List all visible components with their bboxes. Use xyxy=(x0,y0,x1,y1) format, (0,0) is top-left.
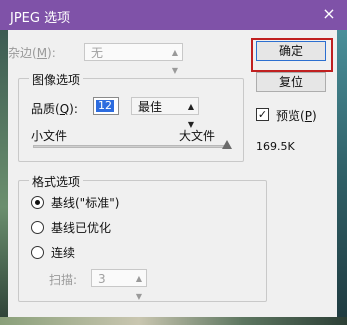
radio-baseline-standard[interactable] xyxy=(31,196,44,209)
file-size: 169.5K xyxy=(256,140,295,153)
background-right xyxy=(337,30,347,325)
image-options-group: 图像选项 品质(Q): 12 最佳 ▲ ▼ 小文件 大文件 xyxy=(18,71,244,162)
format-options-group: 格式选项 基线("标准") 基线已优化 连续 扫描: 3 ▲ ▼ xyxy=(18,173,267,302)
matte-select-value: 无 xyxy=(91,46,104,60)
quality-input[interactable]: 12 xyxy=(93,97,119,115)
reset-button[interactable]: 复位 xyxy=(256,72,326,92)
radio-progressive-label[interactable]: 连续 xyxy=(51,244,75,261)
radio-selected-dot xyxy=(35,200,40,205)
scans-select[interactable]: 3 ▲ ▼ xyxy=(91,269,147,301)
matte-select[interactable]: 无 ▲ ▼ xyxy=(84,43,183,75)
select-arrow-icon: ▲ ▼ xyxy=(135,274,142,301)
scans-select-value: 3 xyxy=(98,272,106,286)
quality-label: 品质(Q): xyxy=(31,102,78,116)
quality-input-value: 12 xyxy=(96,99,114,112)
small-file-label: 小文件 xyxy=(31,129,68,143)
quality-preset-value: 最佳 xyxy=(138,100,163,114)
large-file-label: 大文件 xyxy=(179,129,216,143)
matte-label: 杂边(M): xyxy=(8,46,56,60)
window-title: JPEG 选项 xyxy=(10,11,71,26)
background-bottom xyxy=(0,317,347,325)
jpeg-options-dialog: 杂边(M): 无 ▲ ▼ 图像选项 品质(Q): 12 最佳 ▲ ▼ 小文件 大文件… xyxy=(8,30,337,317)
close-icon[interactable]: × xyxy=(319,4,339,24)
radio-baseline-optimized-label[interactable]: 基线已优化 xyxy=(51,219,111,236)
radio-baseline-optimized[interactable] xyxy=(31,221,44,234)
radio-progressive[interactable] xyxy=(31,246,44,259)
quality-slider-track[interactable] xyxy=(33,145,229,148)
ok-button[interactable]: 确定 xyxy=(256,41,326,61)
image-options-legend: 图像选项 xyxy=(29,71,84,88)
preview-label[interactable]: 预览(P) xyxy=(276,107,317,124)
format-options-legend: 格式选项 xyxy=(29,173,84,190)
preview-checkbox[interactable]: ✓ xyxy=(256,108,269,121)
title-bar[interactable]: JPEG 选项 × xyxy=(0,0,347,30)
quality-preset-select[interactable]: 最佳 ▲ ▼ xyxy=(131,97,199,129)
quality-slider-thumb[interactable] xyxy=(222,140,232,149)
select-arrow-icon: ▲ ▼ xyxy=(171,48,178,75)
scans-label: 扫描: xyxy=(49,273,78,287)
background-left xyxy=(0,30,8,325)
radio-baseline-standard-label[interactable]: 基线("标准") xyxy=(51,194,119,211)
